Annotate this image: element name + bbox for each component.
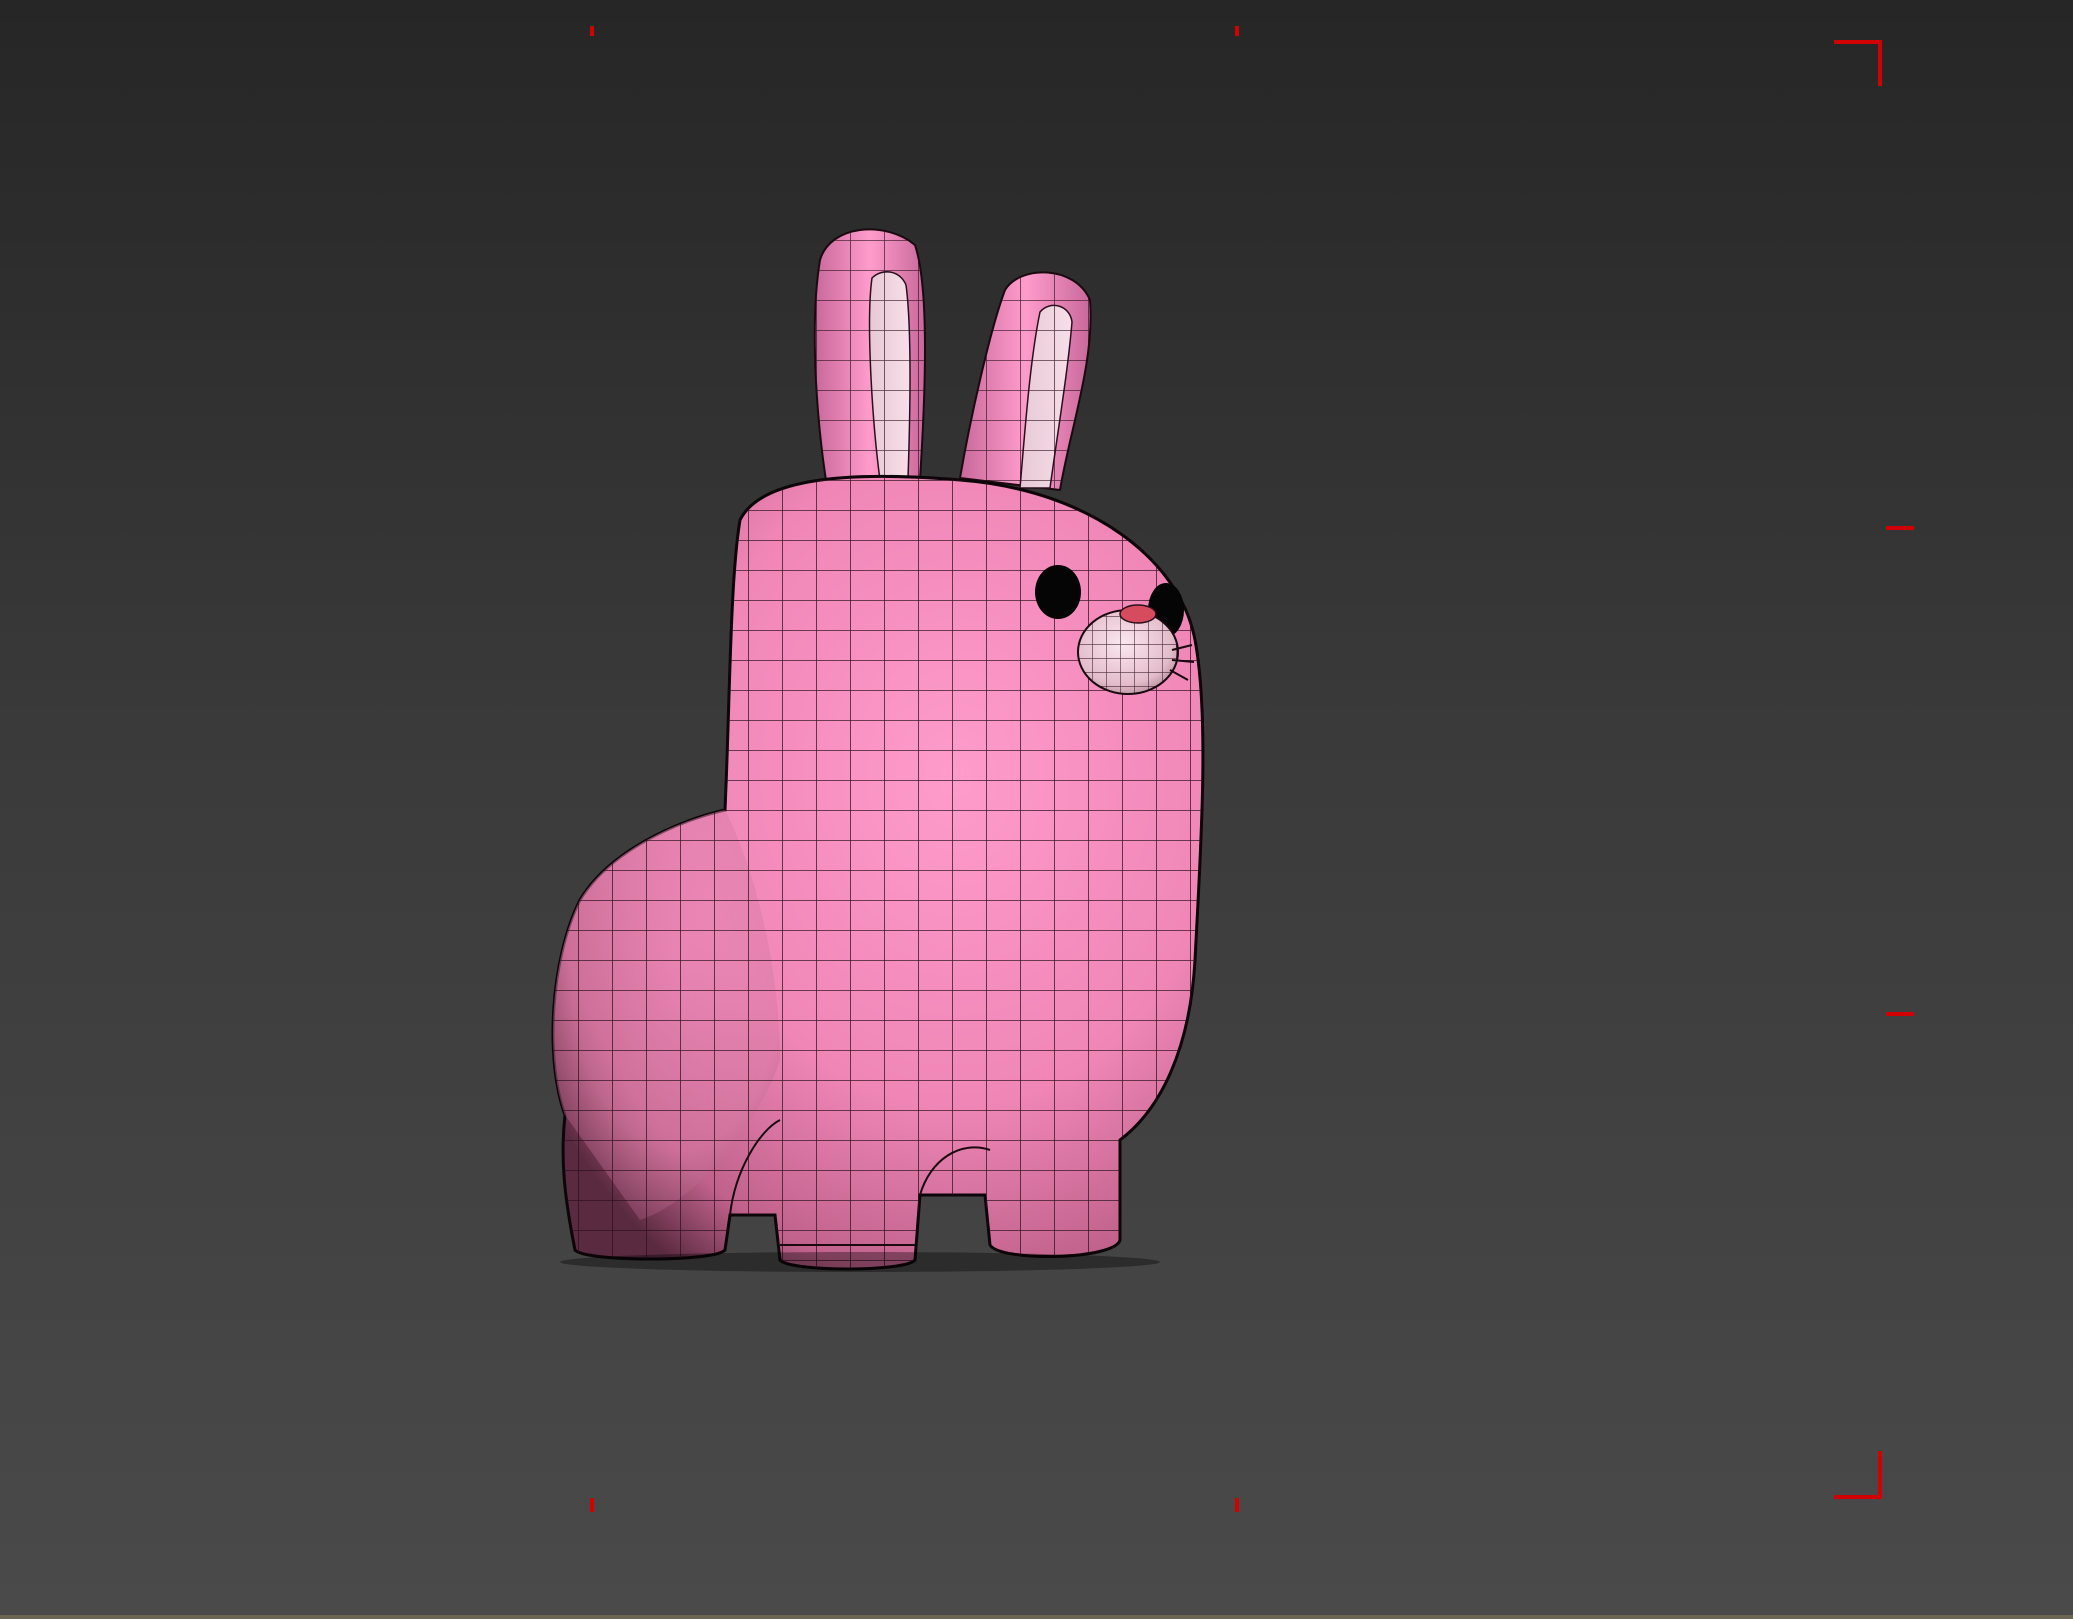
3d-viewport[interactable] [0, 0, 2073, 1619]
safe-frame-corner-bottom-right [1834, 1451, 1882, 1499]
safe-frame-corner-top-right [1834, 40, 1882, 86]
viewport-border [0, 1615, 2073, 1619]
safe-frame-overlay [590, 26, 1914, 1512]
